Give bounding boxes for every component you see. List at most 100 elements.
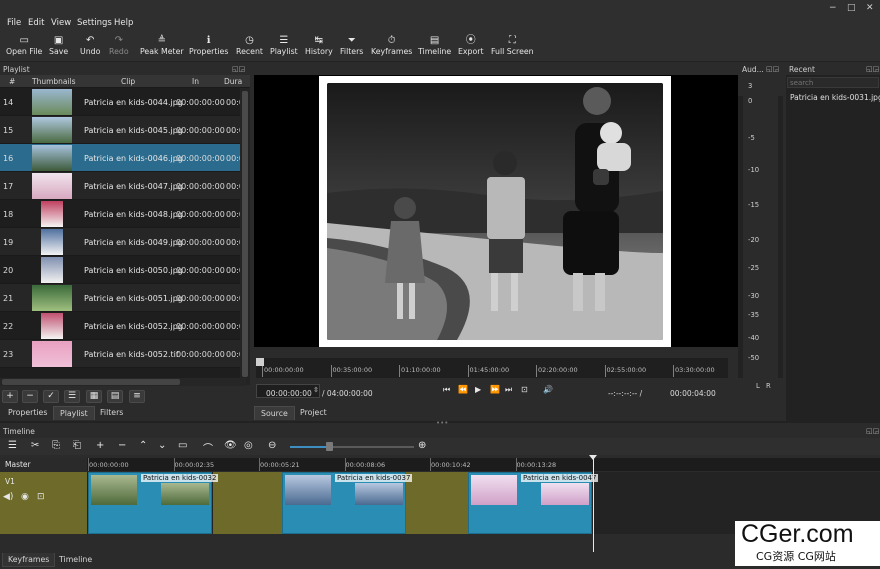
remove-icon[interactable]: − [118, 440, 126, 451]
viewer-ruler[interactable]: 00:00:00:00 00:35:00:00 01:10:00:00 01:45:0… [256, 358, 728, 378]
playlist-row[interactable]: 21 Patricia en kids-0051.jpg 00:00:00:00 00… [0, 284, 249, 312]
list-view-button[interactable]: ☰ [64, 390, 80, 403]
properties-button[interactable]: ℹ Properties [189, 34, 228, 56]
rewind-icon[interactable]: ⏪ [458, 385, 468, 394]
update-button[interactable]: ✓ [43, 390, 59, 403]
col-clip[interactable]: Clip [121, 77, 135, 86]
history-button[interactable]: ↹ History [305, 34, 333, 56]
playlist-scrollbar-thumb[interactable] [242, 91, 248, 377]
col-thumbnails[interactable]: Thumbnails [32, 77, 76, 86]
grip-icon[interactable]: ••• [436, 419, 448, 427]
menu-help[interactable]: Help [114, 18, 133, 28]
redo-button[interactable]: ↷ Redo [109, 34, 129, 56]
scrub-icon[interactable]: 👁 [224, 440, 237, 451]
close-icon[interactable]: ✕ [866, 3, 874, 13]
tab-timeline[interactable]: Timeline [54, 553, 97, 566]
playlist-row[interactable]: 22 Patricia en kids-0052.jpg 00:00:00:00 00… [0, 312, 249, 340]
playlist-hscrollbar[interactable] [0, 378, 246, 386]
playlist-row[interactable]: 15 Patricia en kids-0045.jpg 00:00:00:00 00… [0, 116, 249, 144]
keyframes-button[interactable]: ⏱ Keyframes [371, 34, 412, 56]
menu-view[interactable]: View [51, 18, 71, 28]
float-icon[interactable]: ◱◲ [766, 65, 779, 73]
playlist-row[interactable]: 17 Patricia en kids-0047.jpg 00:00:00:00 00… [0, 172, 249, 200]
playlist-row[interactable]: 23 Patricia en kids-0052.tif 00:00:00:00 00… [0, 340, 249, 368]
mute-icon[interactable]: ◀) [3, 492, 13, 502]
volume-icon[interactable]: 🔊 [543, 385, 553, 394]
menu-icon[interactable]: ☰ [8, 440, 17, 451]
tiles-view-button[interactable]: ▦ [86, 390, 102, 403]
playhead-marker[interactable] [256, 358, 264, 366]
remove-button[interactable]: − [22, 390, 38, 403]
full-screen-button[interactable]: ⛶ Full Screen [491, 34, 534, 56]
playlist-button[interactable]: ☰ Playlist [270, 34, 298, 56]
playhead-handle[interactable] [589, 455, 597, 460]
col-in[interactable]: In [192, 77, 199, 86]
tab-filters[interactable]: Filters [94, 406, 129, 419]
zoom-out-icon[interactable]: ⊖ [268, 440, 276, 451]
tab-source[interactable]: Source [254, 406, 295, 420]
playlist-menu-button[interactable]: ≡ [129, 390, 145, 403]
ripple-icon[interactable]: ◎ [244, 440, 253, 451]
skip-previous-icon[interactable]: ⏮ [443, 385, 450, 395]
zoom-slider-handle[interactable] [326, 442, 333, 451]
export-button[interactable]: ⦿ Export [458, 34, 484, 56]
menu-file[interactable]: File [7, 18, 21, 28]
open-file-button[interactable]: ▭ Open File [6, 34, 42, 56]
tab-playlist[interactable]: Playlist [53, 406, 95, 420]
paste-icon[interactable]: ⎗ [73, 440, 81, 451]
maximize-icon[interactable]: □ [847, 3, 856, 13]
position-timecode[interactable]: 00:00:00:00 [266, 389, 312, 398]
tab-keyframes[interactable]: Keyframes [2, 553, 56, 567]
play-icon[interactable]: ▶ [475, 385, 481, 394]
snap-icon[interactable]: ⌒ [203, 440, 213, 455]
split-icon[interactable]: ▭ [178, 440, 187, 451]
eye-icon[interactable]: ◉ [21, 492, 29, 502]
timeline-clip[interactable]: Patricia en kids-0047 [468, 472, 599, 534]
undo-button[interactable]: ↶ Undo [80, 34, 100, 56]
skip-next-icon[interactable]: ⏭ [505, 385, 512, 395]
copy-icon[interactable]: ⎘ [52, 440, 60, 451]
col-duration[interactable]: Dura [224, 77, 242, 86]
zoom-icon[interactable]: ⊡ [521, 385, 528, 394]
timeline-playhead[interactable] [593, 458, 594, 552]
filters-button[interactable]: ⏷ Filters [340, 34, 363, 56]
timeline-gap[interactable] [213, 472, 282, 534]
recent-button[interactable]: ◷ Recent [236, 34, 263, 56]
zoom-in-icon[interactable]: ⊕ [418, 440, 426, 451]
v1-track-header[interactable]: V1 ◀) ◉ ⊡ [0, 472, 87, 534]
add-button[interactable]: + [2, 390, 18, 403]
menu-settings[interactable]: Settings [77, 18, 112, 28]
timeline-clip[interactable]: Patricia en kids-0037 [282, 472, 413, 534]
append-icon[interactable]: + [96, 440, 104, 451]
playlist-row[interactable]: 18 Patricia en kids-0048.jpg 00:00:00:00 00… [0, 200, 249, 228]
lift-icon[interactable]: ⌃ [139, 440, 147, 451]
timeline-clip[interactable]: Patricia en kids-0032 [88, 472, 219, 534]
menu-edit[interactable]: Edit [28, 18, 44, 28]
recent-item[interactable]: Patricia en kids-0031.jpg [790, 93, 880, 102]
timeline-button[interactable]: ▤ Timeline [418, 34, 451, 56]
playlist-row[interactable]: 14 Patricia en kids-0044.jpg 00:00:00:00 00… [0, 88, 249, 116]
float-icon[interactable]: ◱◲ [866, 427, 879, 435]
icons-view-button[interactable]: ▤ [107, 390, 123, 403]
playlist-row[interactable]: 16 Patricia en kids-0046.jpg 00:00:00:00 00… [0, 144, 249, 172]
tab-properties[interactable]: Properties [2, 406, 53, 419]
save-button[interactable]: ▣ Save [49, 34, 68, 56]
cut-icon[interactable]: ✂ [31, 440, 39, 451]
playlist-row[interactable]: 19 Patricia en kids-0049.jpg 00:00:00:00 00… [0, 228, 249, 256]
overwrite-icon[interactable]: ⌄ [158, 440, 166, 451]
hscrollbar-thumb[interactable] [2, 379, 180, 385]
master-track-header[interactable]: Master [0, 458, 87, 472]
col-num[interactable]: # [9, 77, 15, 86]
timeline-gap[interactable] [406, 472, 468, 534]
float-icon[interactable]: ◱◲ [232, 65, 245, 73]
fast-forward-icon[interactable]: ⏩ [490, 385, 500, 394]
spinner-icon[interactable]: ⇳ [313, 386, 319, 394]
tab-project[interactable]: Project [294, 406, 333, 419]
recent-search-input[interactable] [787, 77, 879, 88]
float-icon[interactable]: ◱◲ [866, 65, 879, 73]
minimize-icon[interactable]: − [829, 3, 837, 13]
lock-icon[interactable]: ⊡ [37, 492, 45, 502]
peak-meter-button[interactable]: ≜ Peak Meter [140, 34, 184, 56]
timeline-ruler[interactable]: 00:00:00:00 00:00:02:35 00:00:05:21 00:00:0… [87, 458, 880, 471]
playlist-row[interactable]: 20 Patricia en kids-0050.jpg 00:00:00:00 00… [0, 256, 249, 284]
